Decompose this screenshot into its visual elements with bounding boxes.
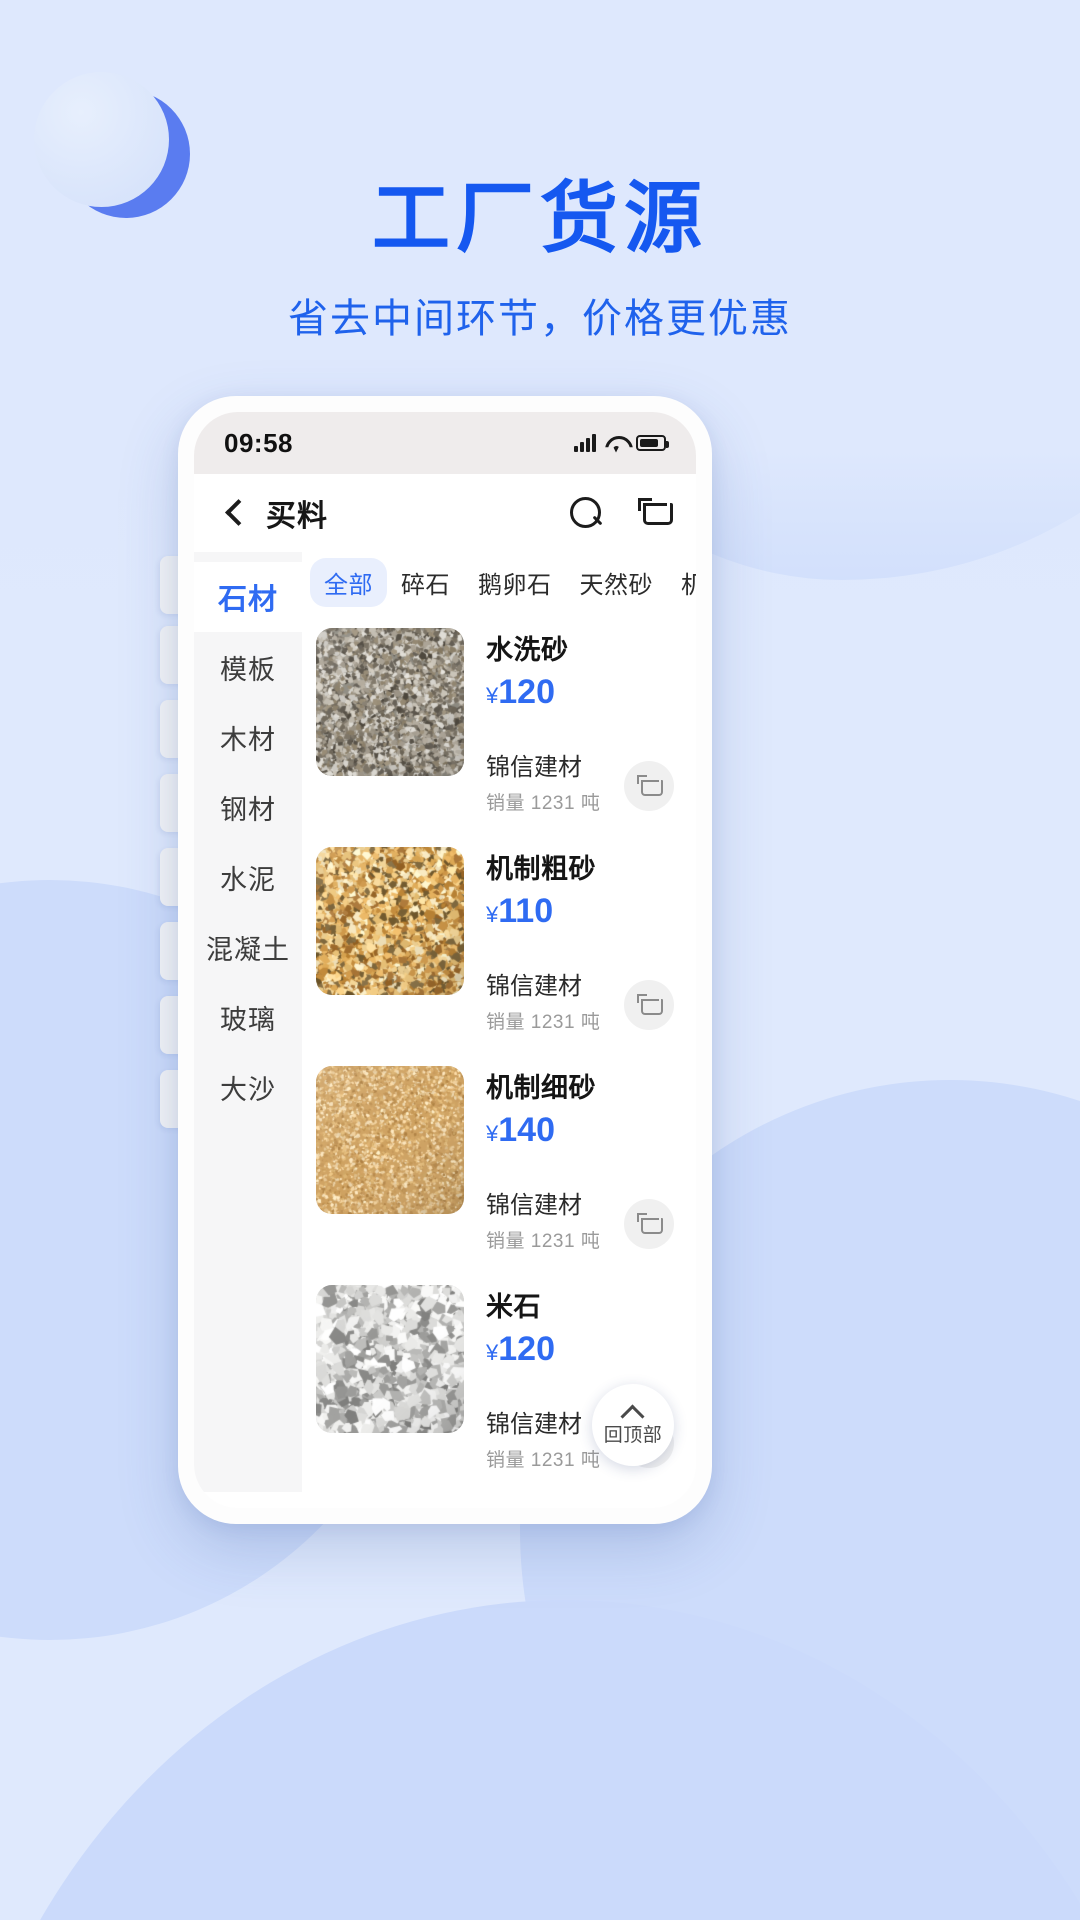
wifi-icon — [605, 435, 627, 452]
product-price: ¥140 — [486, 1113, 680, 1147]
category-sidebar: 石材 模板 木材 钢材 水泥 混凝土 玻璃 大沙 — [194, 552, 302, 1492]
product-price: ¥110 — [486, 894, 680, 928]
add-to-cart-button[interactable] — [624, 980, 674, 1030]
price-value: 140 — [498, 1111, 555, 1149]
price-value: 110 — [498, 892, 554, 930]
filter-tabs: 全部 碎石 鹅卵石 天然砂 机制粗 机 — [302, 552, 696, 612]
back-chevron-icon[interactable] — [220, 499, 248, 527]
add-to-cart-button[interactable] — [624, 1199, 674, 1249]
tab-crushed-stone[interactable]: 碎石 — [387, 558, 464, 607]
back-to-top-button[interactable]: 回顶部 — [592, 1384, 674, 1466]
add-to-cart-icon — [636, 993, 663, 1017]
product-name: 机制细砂 — [486, 1073, 596, 1103]
sidebar-item-stone[interactable]: 石材 — [194, 562, 302, 632]
cart-icon[interactable] — [638, 498, 673, 528]
product-image — [316, 628, 464, 776]
status-time: 09:58 — [224, 427, 293, 458]
tab-machine-coarse[interactable]: 机制粗 — [667, 558, 696, 607]
price-value: 120 — [498, 673, 555, 711]
product-name: 水洗砂 — [486, 635, 569, 665]
currency-symbol: ¥ — [486, 1340, 499, 1365]
product-price: ¥120 — [486, 1332, 680, 1366]
phone-mockup: 09:58 买料 石材 模板 木材 钢材 水泥 混凝土 玻璃 大沙 全部 碎石 … — [178, 396, 712, 1524]
sidebar-item-sand[interactable]: 大沙 — [194, 1052, 302, 1122]
app-navbar: 买料 — [194, 474, 696, 552]
product-list: 水洗砂 ¥120 锦信建材 销量 1231 吨 机制粗砂 ¥110 锦信建材 销… — [302, 612, 696, 1492]
currency-symbol: ¥ — [486, 902, 499, 927]
status-icons — [574, 434, 669, 452]
currency-symbol: ¥ — [486, 1121, 499, 1146]
list-item[interactable]: 水洗砂 ¥120 锦信建材 销量 1231 吨 — [302, 612, 696, 831]
chevron-up-icon — [620, 1404, 646, 1418]
promo-text-block: 工厂货源 省去中间环节，价格更优惠 — [0, 174, 1080, 344]
add-to-cart-icon — [636, 1212, 663, 1236]
add-to-cart-button[interactable] — [624, 761, 674, 811]
list-item[interactable]: 机制粗砂 ¥110 锦信建材 销量 1231 吨 — [302, 831, 696, 1050]
product-image — [316, 847, 464, 995]
tab-cobblestone[interactable]: 鹅卵石 — [464, 558, 566, 607]
promo-subtitle: 省去中间环节，价格更优惠 — [288, 296, 792, 341]
page-title: 买料 — [266, 500, 328, 533]
battery-icon — [636, 435, 669, 451]
tab-all[interactable]: 全部 — [310, 557, 387, 607]
sidebar-item-formwork[interactable]: 模板 — [194, 632, 302, 702]
add-to-cart-icon — [636, 774, 663, 798]
product-image — [316, 1066, 464, 1214]
product-image — [316, 1285, 464, 1433]
sidebar-item-steel[interactable]: 钢材 — [194, 772, 302, 842]
catalog-body: 石材 模板 木材 钢材 水泥 混凝土 玻璃 大沙 全部 碎石 鹅卵石 天然砂 机… — [194, 552, 696, 1492]
tab-natural-sand[interactable]: 天然砂 — [566, 558, 668, 607]
list-item[interactable]: 米石 ¥120 锦信建材 销量 1231 吨 — [302, 1488, 696, 1492]
price-value: 120 — [498, 1330, 555, 1368]
sidebar-item-timber[interactable]: 木材 — [194, 702, 302, 772]
currency-symbol: ¥ — [486, 683, 499, 708]
sidebar-item-glass[interactable]: 玻璃 — [194, 982, 302, 1052]
list-item[interactable]: 机制细砂 ¥140 锦信建材 销量 1231 吨 — [302, 1050, 696, 1269]
product-name: 米石 — [486, 1292, 541, 1322]
product-price: ¥120 — [486, 675, 680, 709]
navbar-actions — [570, 497, 673, 529]
sidebar-item-concrete[interactable]: 混凝土 — [194, 912, 302, 982]
phone-notch — [347, 412, 543, 448]
cellular-signal-icon — [574, 434, 596, 452]
search-icon[interactable] — [570, 497, 602, 529]
phone-screen: 09:58 买料 石材 模板 木材 钢材 水泥 混凝土 玻璃 大沙 全部 碎石 … — [194, 412, 696, 1508]
product-panel: 全部 碎石 鹅卵石 天然砂 机制粗 机 水洗砂 ¥120 — [302, 552, 696, 1492]
promo-title: 工厂货源 — [371, 174, 708, 262]
sidebar-item-cement[interactable]: 水泥 — [194, 842, 302, 912]
product-name: 机制粗砂 — [486, 854, 596, 884]
status-bar: 09:58 — [194, 412, 696, 474]
